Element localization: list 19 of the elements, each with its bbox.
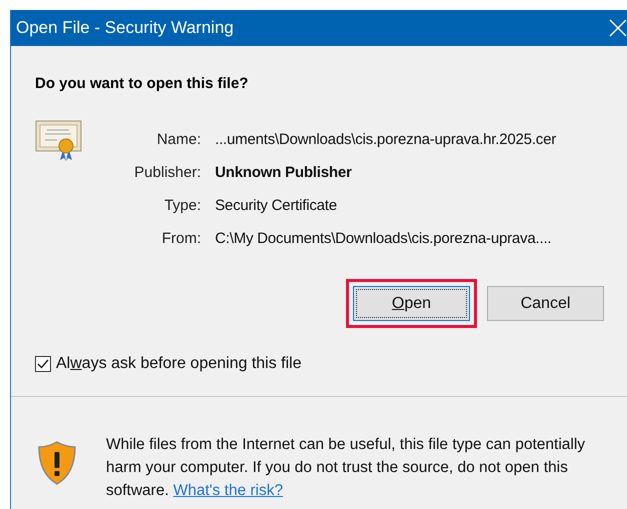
risk-link[interactable]: What's the risk? — [173, 482, 283, 499]
field-label: Type: — [163, 196, 201, 216]
checkbox-label[interactable]: Always ask before opening this file — [56, 355, 302, 373]
close-icon — [609, 19, 627, 37]
checkbox[interactable] — [35, 356, 51, 372]
dialog-button[interactable]: Cancel — [487, 286, 604, 321]
field-label: Publisher: — [133, 163, 201, 183]
field-value: C:\My Documents\Downloads\cis.porezna-uprava.... — [215, 229, 552, 249]
field-label: Name: — [156, 130, 201, 150]
certificate-icon — [35, 120, 83, 162]
warning-text: While files from the Internet can be useful, this file type can potentially harm your computer. If you do not trust the source, do not open this software. What's the risk? — [106, 435, 586, 501]
field-value: Unknown Publisher — [215, 163, 353, 183]
question-heading: Do you want to open this file? — [35, 75, 250, 92]
dialog-button[interactable]: Open — [353, 286, 470, 321]
window-title: Open File - Security Warning — [16, 18, 234, 38]
field-label: From: — [160, 229, 201, 249]
warning-shield-icon — [38, 441, 76, 485]
field-value: Security Certificate — [215, 196, 338, 216]
field-value: ...uments\Downloads\cis.porezna-uprava.hr.2025.cer — [215, 130, 556, 150]
